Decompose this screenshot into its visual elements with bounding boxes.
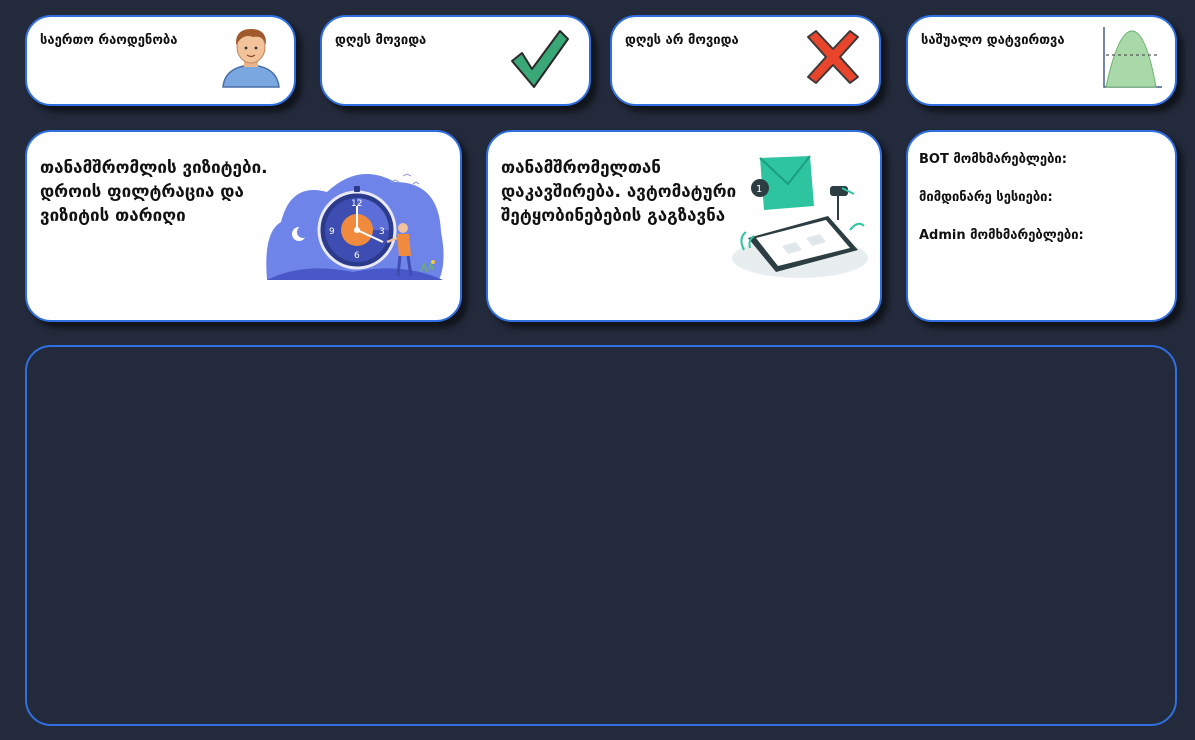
employee-contact-title: თანამშრომელთან დაკავშირება. ავტომატური შ… [501,156,736,228]
svg-text:9: 9 [329,227,335,237]
bell-curve-chart-icon [1103,27,1162,88]
svg-text:12: 12 [351,199,362,209]
bot-users-label: BOT მომხმარებლები: [919,152,1067,167]
admin-users-label: Admin მომხმარებლები: [919,228,1084,243]
svg-text:3: 3 [379,227,385,237]
x-mark-icon [807,30,859,84]
email-notification-illustration: 1 [732,155,868,278]
contact-title-line-3: შეტყობინებების გაგზავნა [501,206,726,226]
contact-title-line-1: თანამშრომელთან [501,158,661,178]
bot-users-card[interactable]: BOT მომხმარებლები: მიმდინარე სესიები: Ad… [906,130,1177,322]
total-count-card[interactable]: საერთო რაოდენობა [25,15,296,106]
employee-visits-card[interactable]: თანამშრომლის ვიზიტები. დროის ფილტრაცია დ… [25,130,462,322]
came-today-label: დღეს მოვიდა [335,33,427,48]
checkmark-icon [511,30,569,88]
employee-visits-title: თანამშრომლის ვიზიტები. დროის ფილტრაცია დ… [40,156,268,228]
contact-title-line-2: დაკავშირება. ავტომატური [501,182,737,202]
current-sessions-label: მიმდინარე სესიები: [919,190,1053,205]
total-count-label: საერთო რაოდენობა [40,33,178,48]
main-content-panel [25,345,1177,726]
visits-title-line-3: ვიზიტის თარიღი [40,206,186,226]
not-came-today-card[interactable]: დღეს არ მოვიდა [610,15,881,106]
came-today-card[interactable]: დღეს მოვიდა [320,15,591,106]
not-came-today-label: დღეს არ მოვიდა [625,33,739,48]
person-icon [222,29,280,88]
average-load-label: საშუალო დატვირთვა [921,33,1065,48]
visits-title-line-1: თანამშრომლის ვიზიტები. [40,158,268,178]
average-load-card[interactable]: საშუალო დატვირთვა [906,15,1177,106]
svg-text:6: 6 [354,251,360,261]
visits-title-line-2: დროის ფილტრაცია და [40,182,244,202]
clock-illustration: 12 9 3 6 [266,173,444,280]
svg-text:1: 1 [756,184,762,195]
employee-contact-card[interactable]: თანამშრომელთან დაკავშირება. ავტომატური შ… [486,130,882,322]
